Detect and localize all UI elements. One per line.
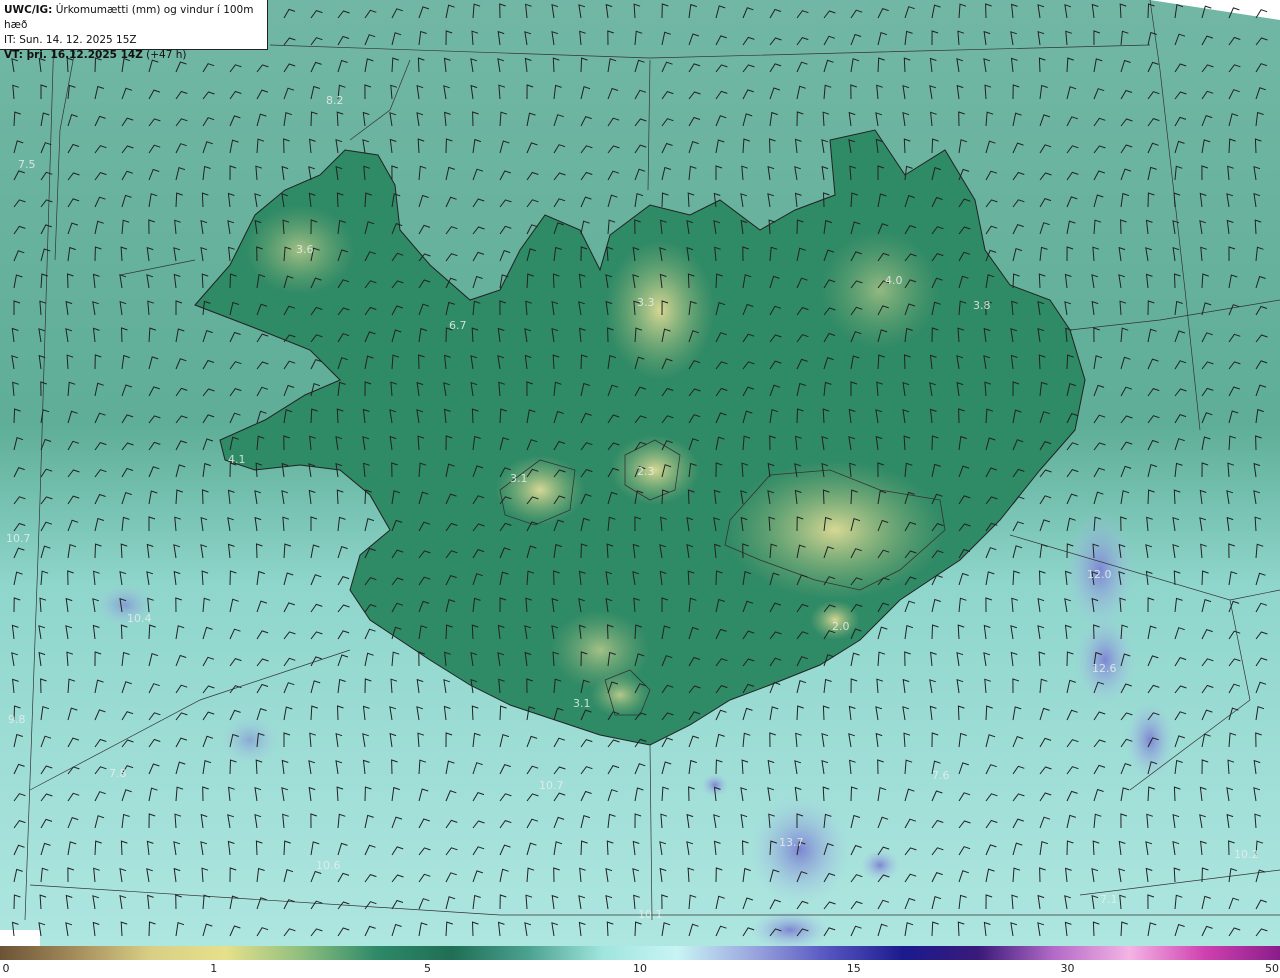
map-label: 10.7: [6, 532, 31, 545]
map-label: 7.1: [1100, 893, 1118, 906]
model-name: UWC/IG:: [4, 4, 53, 16]
map-header: UWC/IG: Úrkomumætti (mm) og vindur í 100…: [0, 0, 268, 61]
initial-time: IT: Sun. 14. 12. 2025 15Z: [4, 34, 137, 46]
map-label: 10.7: [539, 779, 564, 792]
map-label: 6.7: [449, 319, 467, 332]
map-label: 3.8: [973, 299, 991, 312]
map-label: 7.8: [109, 767, 127, 780]
scale-tick-label: 30: [1060, 962, 1075, 975]
map-label: 3.1: [510, 472, 528, 485]
map-label: 3.1: [573, 697, 591, 710]
scale-tick-label: 0: [2, 962, 10, 975]
valid-time: VT: þri. 16.12.2025 14Z: [4, 49, 143, 61]
map-label: 9.8: [8, 713, 26, 726]
map-label: 10.2: [1234, 848, 1259, 861]
map-label: 4.0: [885, 274, 903, 287]
scale-tick-label: 5: [424, 962, 432, 975]
color-scale-bar: [0, 946, 1280, 960]
scale-tick-label: 15: [846, 962, 861, 975]
map-label: 3.6: [296, 243, 314, 256]
forecast-hour: (+47 h): [146, 49, 187, 61]
map-label: 8.2: [326, 94, 344, 107]
map-label: 13.7: [779, 836, 804, 849]
map-label: 12.6: [1092, 662, 1117, 675]
scale-tick-label: 50: [1265, 962, 1279, 975]
color-scale-labels: 0 1 5 10 15 30 50: [0, 962, 1280, 978]
map-label: 10.4: [127, 612, 152, 625]
header-line-3: VT: þri. 16.12.2025 14Z (+47 h): [4, 48, 263, 63]
map-label: 12.0: [1087, 568, 1112, 581]
header-line-1: UWC/IG: Úrkomumætti (mm) og vindur í 100…: [4, 3, 263, 33]
scale-tick-label: 1: [210, 962, 218, 975]
map-label: 7.6: [932, 769, 950, 782]
scale-tick-label: 10: [633, 962, 647, 975]
map-label: 2.0: [832, 620, 850, 633]
map-label: 10.6: [316, 859, 341, 872]
forecast-map: 8.2 7.5 3.6 6.7 3.3 4.0 3.8 4.1 3.1 2.3 …: [0, 0, 1280, 946]
map-label: 7.5: [18, 158, 36, 171]
map-label: 4.1: [228, 453, 246, 466]
map-label: 2.3: [637, 465, 655, 478]
map-label: 10.1: [638, 908, 663, 921]
map-label: 3.3: [637, 296, 655, 309]
